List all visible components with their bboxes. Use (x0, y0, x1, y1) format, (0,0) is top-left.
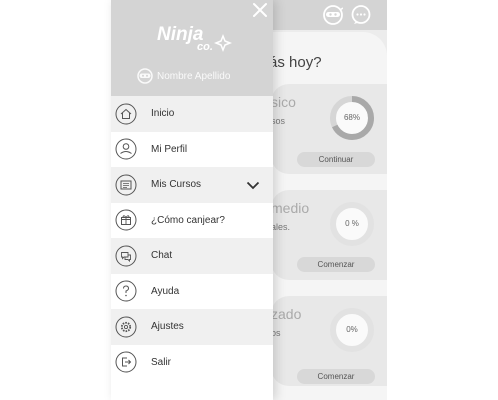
menu-label: ¿Cómo canjear? (151, 214, 225, 226)
menu-item-inicio[interactable]: Inicio (111, 96, 273, 132)
menu-label: Chat (151, 250, 173, 262)
help-icon (115, 280, 137, 302)
progress-label: 0 % (345, 219, 359, 228)
menu-item-mi-perfil[interactable]: Mi Perfil (111, 132, 273, 168)
ninja-avatar-icon (137, 68, 153, 84)
ninja-mask-icon[interactable] (323, 5, 343, 25)
menu-item-salir[interactable]: Salir (111, 345, 273, 381)
course-subtitle: ales. (271, 222, 291, 232)
settings-icon (115, 316, 137, 338)
course-subtitle: sos (271, 116, 286, 126)
menu-label: Salir (151, 356, 172, 368)
screen: ás hoy? sico sos 68% Continuar medio ale… (0, 0, 498, 400)
user-profile[interactable]: Nombre Apellido (137, 68, 230, 84)
ninja-logo: Ninja co. (157, 24, 233, 53)
continue-button[interactable]: Continuar (297, 152, 375, 167)
menu-label: Ajustes (151, 321, 184, 333)
course-title: sico (271, 94, 296, 110)
menu-label: Mi Perfil (151, 143, 188, 155)
navigation-drawer: Ninja co. Nombre Apellido Inicio Mi Perf… (111, 0, 273, 400)
progress-label: 0% (346, 325, 358, 334)
menu-item-ayuda[interactable]: Ayuda (111, 274, 273, 310)
menu-item-como-canjear[interactable]: ¿Cómo canjear? (111, 203, 273, 239)
logo-suffix: co. (197, 41, 213, 53)
drawer-header: Ninja co. Nombre Apellido (111, 0, 273, 96)
close-icon[interactable] (251, 1, 269, 19)
menu-item-ajustes[interactable]: Ajustes (111, 309, 273, 345)
menu-label: Ayuda (151, 285, 180, 297)
start-button[interactable]: Comenzar (297, 369, 375, 384)
course-title: medio (271, 200, 310, 216)
gift-icon (115, 209, 137, 231)
user-name: Nombre Apellido (157, 70, 231, 82)
menu-item-chat[interactable]: Chat (111, 238, 273, 274)
home-icon (115, 103, 137, 125)
menu-label: Inicio (151, 108, 175, 120)
profile-icon (115, 138, 137, 160)
chat-bubble-icon[interactable] (351, 5, 371, 25)
course-title: zado (271, 306, 302, 322)
chevron-down-icon[interactable] (246, 181, 260, 190)
drawer-menu: Inicio Mi Perfil Mis Cursos ¿Cómo canjea… (111, 96, 273, 380)
menu-item-mis-cursos[interactable]: Mis Cursos (111, 167, 273, 203)
start-button[interactable]: Comenzar (297, 257, 375, 272)
greeting-text: ás hoy? (269, 54, 322, 71)
chat-icon (115, 245, 137, 267)
menu-label: Mis Cursos (151, 179, 202, 191)
progress-label: 68% (343, 113, 360, 122)
courses-icon (115, 174, 137, 196)
logout-icon (115, 351, 137, 373)
